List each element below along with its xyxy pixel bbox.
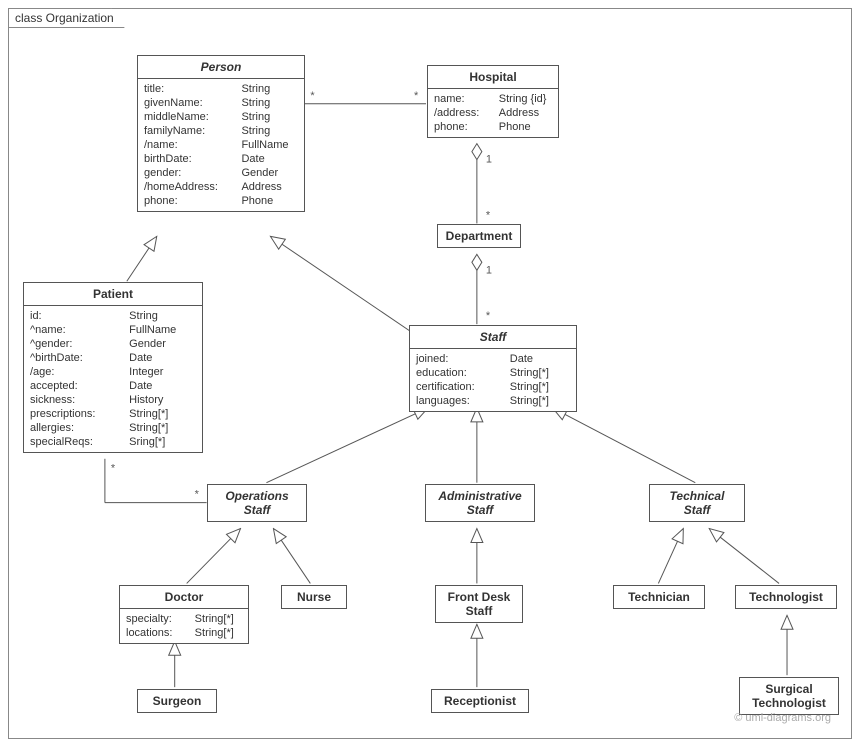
class-title: Nurse: [297, 590, 331, 604]
mult-ds-star: *: [486, 310, 491, 322]
class-surgeon: Surgeon: [137, 689, 217, 713]
package-frame: class Organization * * 1 *: [8, 8, 852, 739]
class-title: Receptionist: [444, 694, 516, 708]
class-person: Person title:StringgivenName:Stringmiddl…: [137, 55, 305, 212]
class-title: Person: [138, 56, 304, 79]
class-hospital: Hospital name:String {id}/address:Addres…: [427, 65, 559, 138]
mult-po-o: *: [195, 489, 200, 501]
watermark: © uml-diagrams.org: [734, 712, 831, 724]
mult-person-side: *: [310, 90, 315, 102]
class-title: Hospital: [469, 70, 516, 84]
class-patient: Patient id:String^name:FullName^gender:G…: [23, 282, 203, 453]
class-department: Department: [437, 224, 521, 248]
class-title: Department: [446, 229, 513, 243]
class-title: Doctor: [165, 590, 204, 604]
class-attrs: specialty:String[*]locations:String[*]: [120, 609, 248, 643]
mult-hd-one: 1: [486, 154, 492, 166]
class-title: TechnicalStaff: [650, 485, 744, 521]
class-attrs: id:String^name:FullName^gender:Gender^bi…: [24, 306, 202, 452]
class-title: AdministrativeStaff: [426, 485, 534, 521]
class-technician: Technician: [613, 585, 705, 609]
class-front-desk: Front DeskStaff: [435, 585, 523, 623]
class-admin-staff: AdministrativeStaff: [425, 484, 535, 522]
class-surg-tech: SurgicalTechnologist: [739, 677, 839, 715]
mult-hd-star: *: [486, 209, 491, 221]
class-doctor: Doctor specialty:String[*]locations:Stri…: [119, 585, 249, 644]
mult-po-p: *: [111, 463, 116, 475]
class-ops-staff: OperationsStaff: [207, 484, 307, 522]
class-title: Patient: [93, 287, 133, 301]
class-title: Front DeskStaff: [436, 586, 522, 622]
class-title: Surgeon: [153, 694, 202, 708]
mult-ds-one: 1: [486, 264, 492, 276]
class-title: SurgicalTechnologist: [740, 678, 838, 714]
class-nurse: Nurse: [281, 585, 347, 609]
class-title: Staff: [410, 326, 576, 349]
class-receptionist: Receptionist: [431, 689, 529, 713]
class-technologist: Technologist: [735, 585, 837, 609]
class-attrs: title:StringgivenName:StringmiddleName:S…: [138, 79, 304, 211]
class-attrs: name:String {id}/address:Addressphone:Ph…: [428, 89, 558, 137]
package-title: class Organization: [8, 8, 125, 28]
class-attrs: joined:Dateeducation:String[*]certificat…: [410, 349, 576, 411]
class-title: Technician: [628, 590, 690, 604]
class-staff: Staff joined:Dateeducation:String[*]cert…: [409, 325, 577, 412]
class-title: Technologist: [749, 590, 823, 604]
mult-hospital-side: *: [414, 90, 419, 102]
class-tech-staff: TechnicalStaff: [649, 484, 745, 522]
class-title: OperationsStaff: [208, 485, 306, 521]
